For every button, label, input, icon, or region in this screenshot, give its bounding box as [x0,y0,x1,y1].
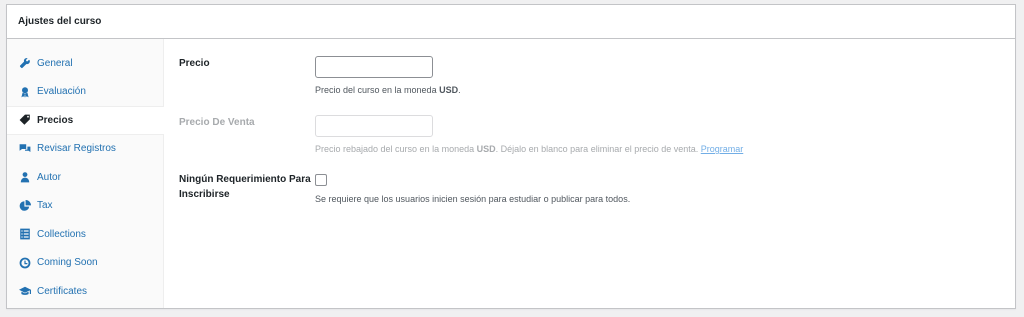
tab-tax[interactable]: Tax [7,192,163,221]
price-input[interactable] [315,56,433,78]
metabox-title: Ajustes del curso [18,16,102,27]
award-icon [19,86,31,98]
course-settings-metabox: Ajustes del curso General Evaluación Pre… [6,4,1016,309]
tab-certificates[interactable]: Certificates [7,277,163,306]
user-icon [19,171,31,183]
chat-icon [19,143,31,155]
graduation-cap-icon [19,285,31,297]
clock-icon [19,257,31,269]
tab-label: Coming Soon [37,257,98,269]
settings-tabs: General Evaluación Precios Revisar Regis… [7,39,164,308]
metabox-header[interactable]: Ajustes del curso [7,5,1015,39]
tab-label: Tax [37,200,53,212]
sale-price-label: Precio De Venta [179,117,255,128]
tab-revisar-registros[interactable]: Revisar Registros [7,135,163,164]
price-label: Precio [179,58,210,69]
tab-general[interactable]: General [7,49,163,78]
currency-code: USD [476,144,496,154]
sale-price-description: Precio rebajado del curso en la moneda U… [315,144,744,154]
tab-label: Autor [37,171,61,183]
price-description: Precio del curso en la moneda USD. [315,85,461,95]
list-icon [19,228,31,240]
pricing-panel: Precio Precio del curso en la moneda USD… [164,39,1015,308]
tab-label: Precios [37,114,74,126]
tab-label: General [37,57,73,69]
tab-label: Collections [37,228,86,240]
no-requirement-description: Se requiere que los usuarios inicien ses… [315,194,631,204]
wrench-icon [19,57,31,69]
metabox-content: General Evaluación Precios Revisar Regis… [7,39,1015,308]
tab-label: Revisar Registros [37,143,116,155]
sale-price-input[interactable] [315,115,433,137]
no-requirement-label: Ningún Requerimiento Para Inscribirse [179,174,311,200]
tag-icon [19,114,31,126]
currency-code: USD [439,85,459,95]
tab-coming-soon[interactable]: Coming Soon [7,249,163,278]
tab-label: Certificates [37,285,88,297]
no-requirement-checkbox[interactable] [315,174,327,186]
schedule-link[interactable]: Programar [701,144,744,154]
tab-autor[interactable]: Autor [7,163,163,192]
tab-collections[interactable]: Collections [7,220,163,249]
tab-precios[interactable]: Precios [7,106,164,135]
tab-evaluacion[interactable]: Evaluación [7,78,163,107]
tab-label: Evaluación [37,86,86,98]
pie-chart-icon [19,199,31,212]
